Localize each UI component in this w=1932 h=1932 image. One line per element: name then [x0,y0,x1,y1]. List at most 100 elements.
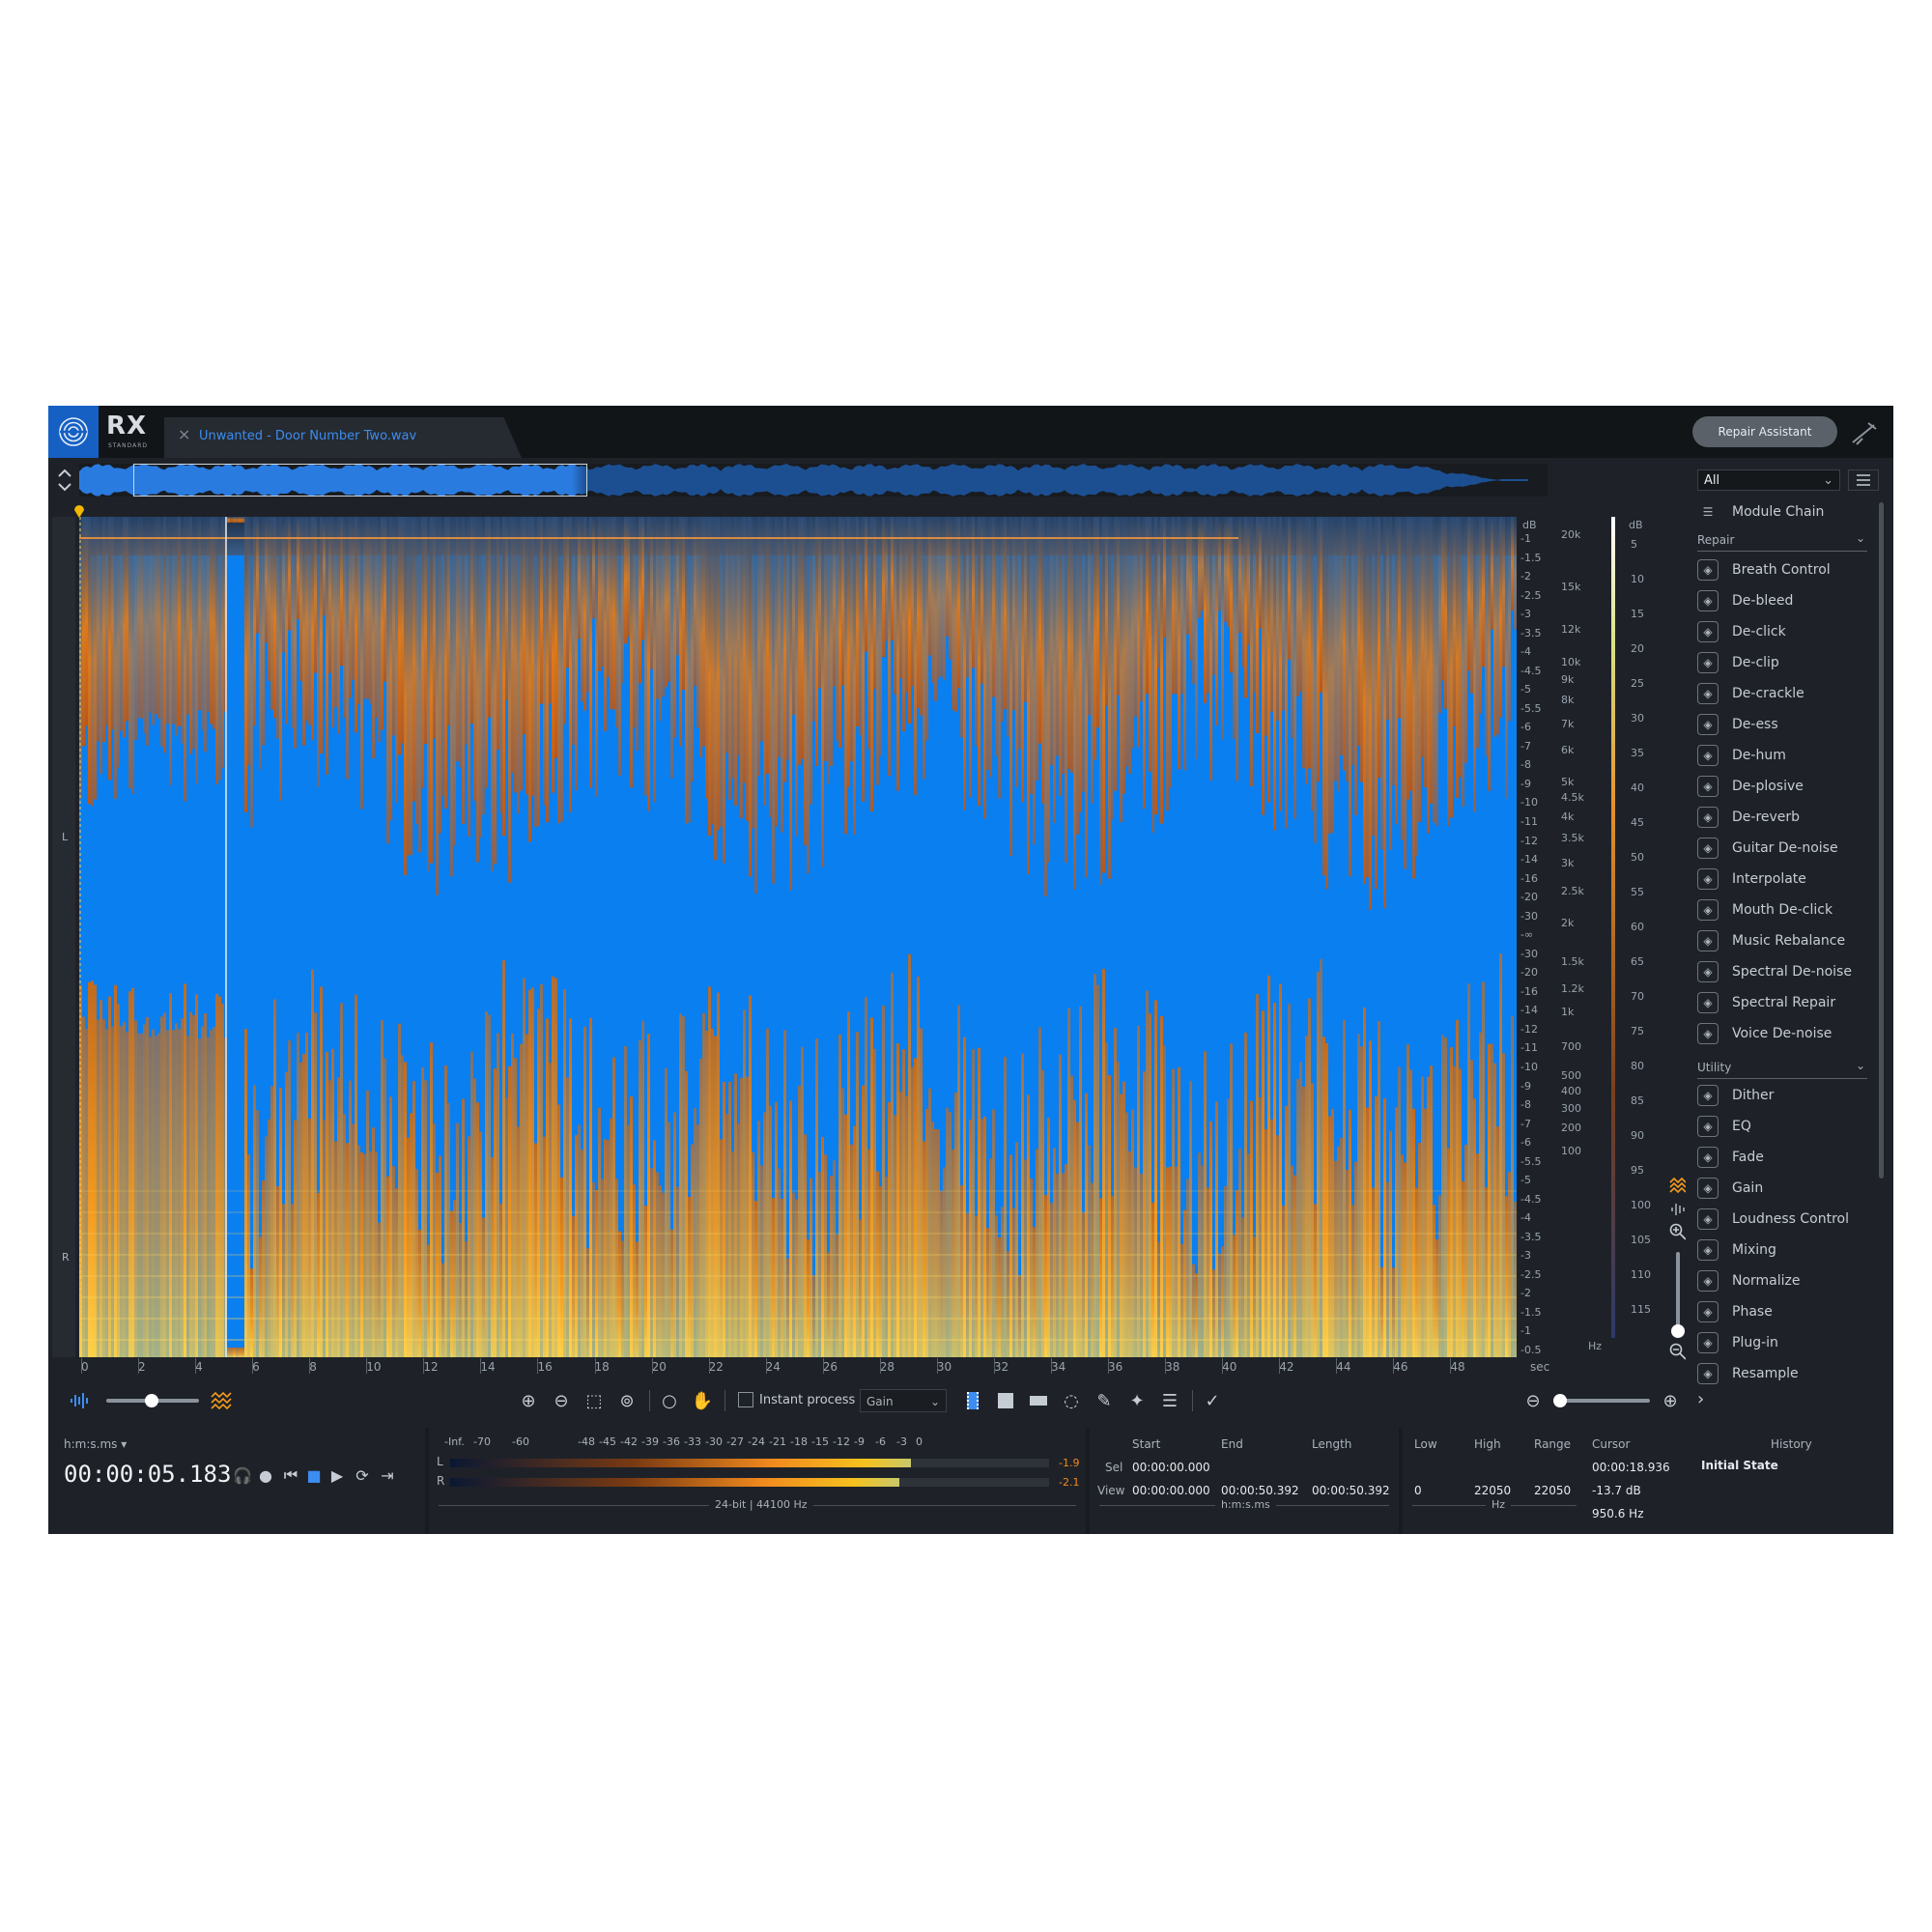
toolbar-divider [649,1390,650,1411]
level-meter-panel: -Inf. -70 -60 -48 -45 -42 -39 -36 -33 -30 -27 -24 -2… [429,1428,1086,1534]
module-item-phase[interactable]: ◈ Phase [1697,1298,1871,1325]
spectral-repair-icon: ◈ [1697,992,1719,1013]
overview-view-selection[interactable] [133,464,587,497]
horizontal-zoom-in-icon[interactable]: ⊕ [1658,1388,1683,1413]
hz-tick-label: 10k [1561,656,1581,668]
history-item-initial-state[interactable]: Initial State [1701,1459,1778,1472]
repair-assistant-button[interactable]: Repair Assistant [1692,416,1837,447]
high-value[interactable]: 22050 [1474,1484,1511,1497]
pencil-tool-icon[interactable]: ✓ [1200,1388,1225,1413]
module-item-resample[interactable]: ◈ Resample [1697,1360,1871,1387]
module-item-spectral-de-noise[interactable]: ◈ Spectral De-noise [1697,958,1871,985]
module-item-mixing[interactable]: ◈ Mixing [1697,1236,1871,1264]
hz-tick-label: 6k [1561,744,1575,756]
module-item-guitar-de-noise[interactable]: ◈ Guitar De-noise [1697,835,1871,862]
low-header: Low [1414,1437,1437,1451]
spectrogram-display[interactable] [79,517,1517,1357]
record-button[interactable]: ● [255,1464,276,1486]
playhead-marker-icon[interactable] [73,502,85,518]
waveform-mode-icon[interactable] [1669,1200,1687,1217]
db-axis: dB -1 -1.5 -2 -2.5 -3 -3.5 -4 -4.5 -5 -5.5 -6 -7 -8 -… [1519,517,1553,1357]
module-item-de-click[interactable]: ◈ De-click [1697,618,1871,645]
module-item-de-reverb[interactable]: ◈ De-reverb [1697,804,1871,831]
vertical-zoom-knob[interactable] [1671,1324,1685,1338]
time-tick-mark [1393,1358,1395,1374]
frequency-selection-tool-icon[interactable] [1026,1388,1051,1413]
instant-process-checkbox[interactable] [738,1392,753,1407]
overview-waveform[interactable] [79,464,1548,497]
blend-slider-knob[interactable] [145,1394,158,1407]
time-tick-label: 48 [1450,1360,1465,1374]
module-item-fade[interactable]: ◈ Fade [1697,1144,1871,1171]
time-format-select[interactable]: h:m:s.ms ▾ [64,1437,127,1451]
horizontal-zoom-knob[interactable] [1553,1394,1567,1407]
magic-wand-icon[interactable] [1849,419,1880,446]
title-bar: RX STANDARD × Unwanted - Door Number Two… [48,406,1893,458]
horizontal-zoom-slider[interactable] [1557,1399,1650,1403]
db-tick-label: -11 [1520,1041,1538,1055]
close-tab-icon[interactable]: × [178,425,190,443]
module-item-de-clip[interactable]: ◈ De-clip [1697,649,1871,676]
stop-button[interactable]: ■ [303,1464,325,1486]
chevron-right-icon[interactable]: › [1697,1389,1704,1409]
magic-wand-tool-icon[interactable]: ✦ [1124,1388,1150,1413]
module-item-de-ess[interactable]: ◈ De-ess [1697,711,1871,738]
module-item-eq[interactable]: ◈ EQ [1697,1113,1871,1140]
collapse-overview-icon[interactable] [56,466,73,495]
play-selection-button[interactable]: ▶ [327,1464,348,1486]
file-tab[interactable]: × Unwanted - Door Number Two.wav [164,417,522,458]
headphones-icon[interactable]: 🎧 [232,1464,253,1486]
spectrogram-view-icon[interactable] [211,1390,232,1411]
spectrogram-mode-icon[interactable] [1669,1177,1687,1194]
brush-tool-icon[interactable]: ✎ [1092,1388,1117,1413]
module-item-normalize[interactable]: ◈ Normalize [1697,1267,1871,1294]
loop-button[interactable]: ⟳ [352,1464,373,1486]
view-end-value[interactable]: 00:00:50.392 [1221,1484,1299,1497]
module-item-music-rebalance[interactable]: ◈ Music Rebalance [1697,927,1871,954]
zoom-out-icon[interactable]: ⊖ [549,1388,574,1413]
meter-scale-tick: 55 [1631,886,1644,898]
meter-scale: -Inf. -70 -60 -48 -45 -42 -39 -36 -33 -30 -27 -24 -2… [429,1435,1086,1449]
waveform-view-icon[interactable] [70,1392,91,1409]
module-item-voice-de-noise[interactable]: ◈ Voice De-noise [1697,1020,1871,1047]
vertical-zoom-in-icon[interactable] [1669,1223,1687,1240]
view-start-value[interactable]: 00:00:00.000 [1132,1484,1210,1497]
module-item-de-hum[interactable]: ◈ De-hum [1697,742,1871,769]
zoom-in-icon[interactable]: ⊕ [516,1388,541,1413]
harmonic-selection-tool-icon[interactable]: ☰ [1157,1388,1182,1413]
instant-process-mode-select[interactable]: Gain ⌄ [860,1389,947,1412]
view-length-value[interactable]: 00:00:50.392 [1312,1484,1390,1497]
time-tick-label: 10 [366,1360,382,1374]
module-item-de-crackle[interactable]: ◈ De-crackle [1697,680,1871,707]
module-item-plug-in[interactable]: ◈ Plug-in [1697,1329,1871,1356]
time-frequency-selection-tool-icon[interactable] [993,1388,1018,1413]
zoom-to-selection-icon[interactable]: ⬚ [582,1388,607,1413]
vertical-zoom-slider[interactable] [1676,1252,1680,1329]
lasso-tool-icon[interactable]: ◌ [1059,1388,1084,1413]
vertical-zoom-out-icon[interactable] [1669,1343,1687,1360]
zoom-tool-icon[interactable]: ○ [657,1388,682,1413]
rx-logo-icon[interactable] [48,406,99,458]
hand-tool-icon[interactable]: ✋ [690,1388,715,1413]
module-item-de-plosive[interactable]: ◈ De-plosive [1697,773,1871,800]
module-item-interpolate[interactable]: ◈ Interpolate [1697,866,1871,893]
time-selection-tool-icon[interactable] [960,1388,985,1413]
module-item-gain[interactable]: ◈ Gain [1697,1175,1871,1202]
sel-start-value[interactable]: 00:00:00.000 [1132,1461,1210,1474]
range-value[interactable]: 22050 [1534,1484,1571,1497]
module-item-mouth-de-click[interactable]: ◈ Mouth De-click [1697,896,1871,923]
low-value[interactable]: 0 [1414,1484,1422,1497]
right-channel-label[interactable]: R [62,1251,70,1264]
module-item-dither[interactable]: ◈ Dither [1697,1082,1871,1109]
zoom-to-fit-icon[interactable]: ⊚ [614,1388,639,1413]
module-item-spectral-repair[interactable]: ◈ Spectral Repair [1697,989,1871,1016]
instant-process-toggle[interactable]: Instant process [738,1392,855,1407]
skip-to-start-button[interactable]: ⏮ [280,1464,301,1486]
horizontal-zoom-out-icon[interactable]: ⊖ [1520,1388,1546,1413]
module-item-de-bleed[interactable]: ◈ De-bleed [1697,587,1871,614]
module-item-breath-control[interactable]: ◈ Breath Control [1697,556,1871,583]
play-to-end-button[interactable]: ⇥ [377,1464,398,1486]
module-list-scrollbar[interactable] [1879,502,1884,1179]
module-item-loudness-control[interactable]: ◈ Loudness Control [1697,1206,1871,1233]
left-channel-label[interactable]: L [62,831,68,843]
